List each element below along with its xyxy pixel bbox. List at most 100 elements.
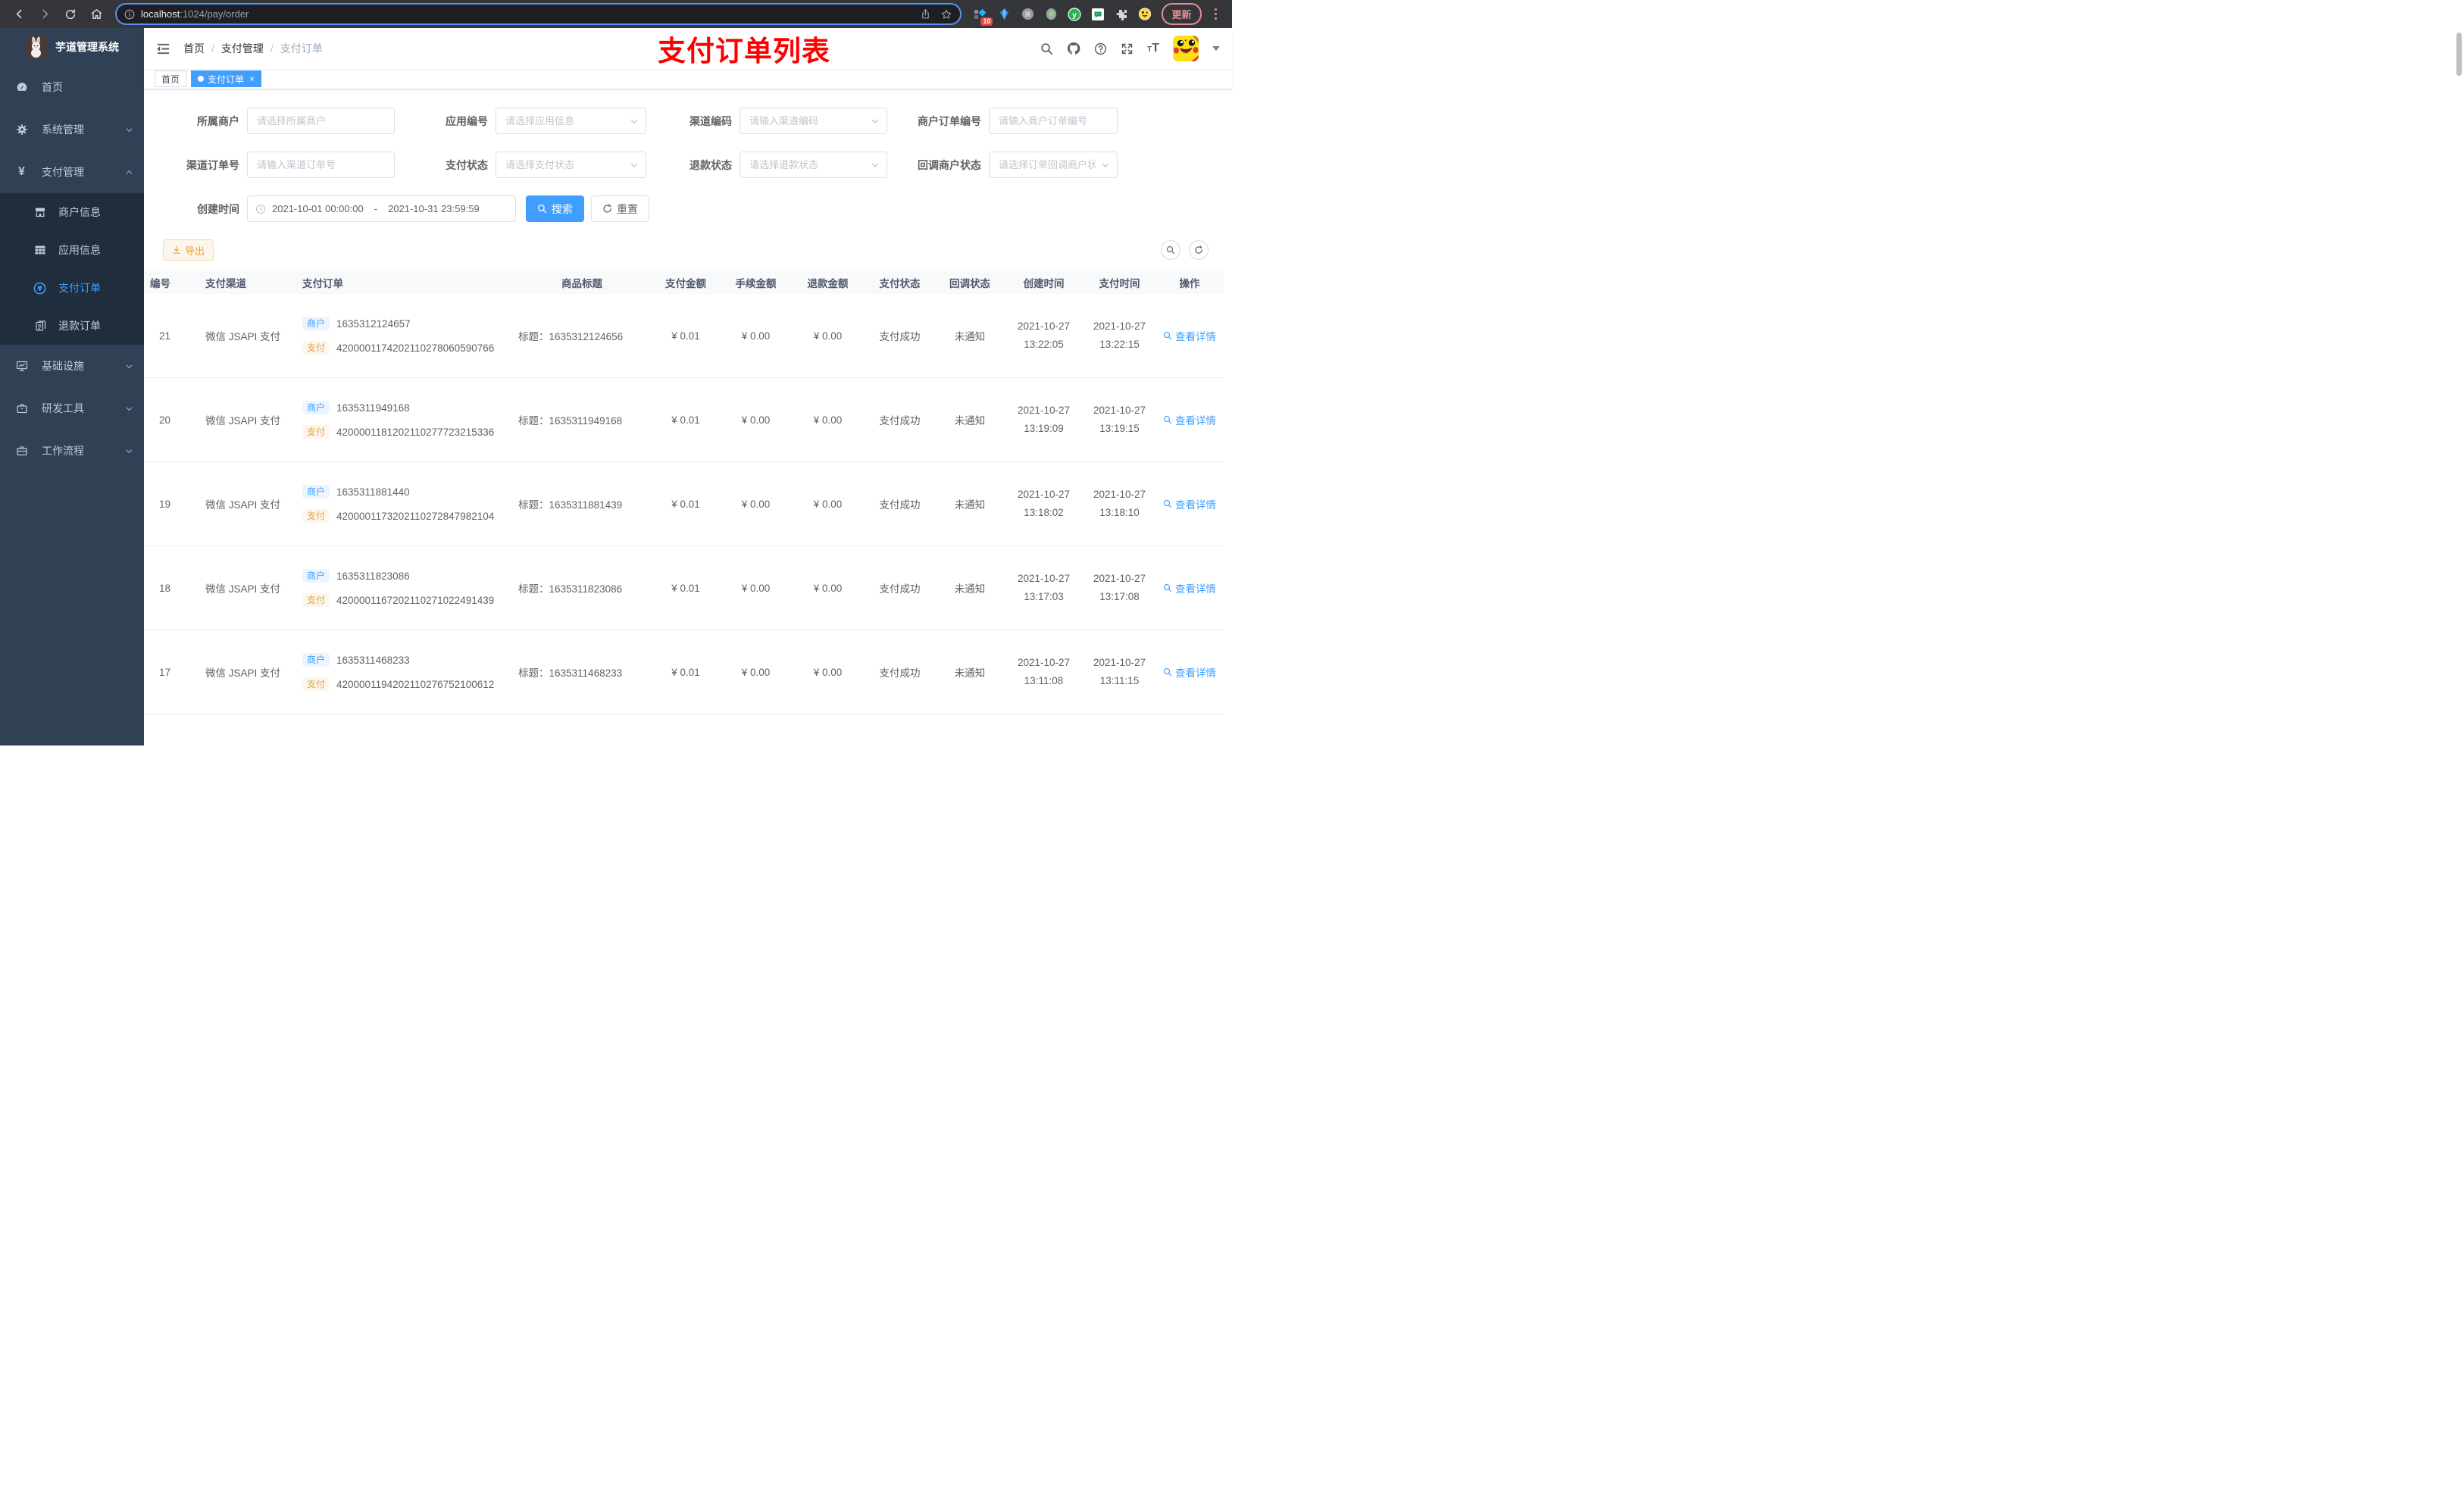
sidebar-item-pay[interactable]: ¥ 支付管理: [0, 151, 144, 193]
refund-status-field[interactable]: [740, 152, 886, 177]
channel-code-field[interactable]: [740, 108, 886, 133]
address-bar[interactable]: localhost:1024/pay/order: [115, 3, 962, 25]
close-icon[interactable]: ×: [249, 73, 255, 84]
notify-status-select[interactable]: [989, 152, 1118, 178]
cell-fee: ¥ 0.00: [741, 498, 771, 510]
cell-amount: ¥ 0.01: [671, 414, 700, 426]
channel-code-select[interactable]: [740, 108, 887, 134]
pay-status-label: 支付状态: [446, 158, 488, 171]
cell-id: 18: [158, 582, 170, 594]
active-dot: [198, 76, 205, 82]
search-button[interactable]: 搜索: [526, 195, 584, 222]
extension-diamond-icon[interactable]: 10: [974, 8, 993, 26]
title-prefix: 标题：: [518, 415, 549, 427]
breadcrumb-pay[interactable]: 支付管理: [221, 41, 264, 56]
sidebar-item-infra[interactable]: 基础设施: [0, 345, 144, 387]
merchant-tag: 商户: [302, 401, 330, 414]
extension-y-icon[interactable]: y: [1068, 7, 1082, 21]
merchant-tag: 商户: [302, 317, 330, 330]
merchant-order-no: 1635311468233: [336, 654, 410, 666]
fullscreen-icon[interactable]: [1121, 42, 1134, 55]
logo-rabbit-image: [25, 36, 48, 58]
extension-chat-icon[interactable]: [1091, 8, 1105, 21]
url-path: :1024/pay/order: [180, 8, 249, 20]
app-logo[interactable]: 芋道管理系统: [0, 28, 144, 66]
cell-pay-status: 支付成功: [879, 667, 921, 679]
export-button[interactable]: 导出: [163, 239, 214, 261]
view-detail-link[interactable]: 查看详情: [1155, 664, 1224, 680]
cell-pay-time: 13:22:15: [1099, 339, 1140, 350]
app-label: 应用编号: [446, 114, 488, 127]
avatar-caret-icon[interactable]: [1212, 45, 1220, 52]
col-channel: 支付渠道: [205, 278, 246, 289]
date-start: 2021-10-01 00:00:00: [272, 203, 364, 214]
browser-menu-icon[interactable]: [1212, 8, 1221, 20]
sidebar-item-dev-tools[interactable]: 研发工具: [0, 387, 144, 430]
merchant-order-input[interactable]: [989, 108, 1118, 134]
sidebar-item-system[interactable]: 系统管理: [0, 108, 144, 151]
cell-refund: ¥ 0.00: [813, 330, 843, 342]
create-time-label: 创建时间: [197, 202, 239, 215]
col-fee: 手续金额: [735, 278, 777, 289]
cell-id: 17: [158, 666, 170, 678]
view-detail-label: 查看详情: [1175, 331, 1216, 342]
col-id: 编号: [150, 278, 170, 289]
breadcrumb-home[interactable]: 首页: [183, 41, 205, 56]
merchant-input-field[interactable]: [248, 108, 394, 133]
cell-amount: ¥ 0.01: [671, 582, 700, 594]
notify-status-field[interactable]: [990, 152, 1117, 177]
view-detail-link[interactable]: 查看详情: [1155, 328, 1224, 343]
extension-command-icon[interactable]: ⌘: [1021, 8, 1034, 21]
extension-gem-icon[interactable]: [997, 8, 1011, 21]
tab-home[interactable]: 首页: [155, 70, 187, 87]
toggle-search-button[interactable]: [1161, 240, 1180, 260]
sidebar-item-label: 系统管理: [42, 123, 84, 136]
pay-status-select[interactable]: [496, 152, 646, 178]
merchant-input[interactable]: [247, 108, 395, 134]
help-icon[interactable]: [1094, 42, 1107, 55]
app-select-field[interactable]: [496, 108, 646, 133]
font-size-icon[interactable]: TT: [1147, 42, 1159, 55]
tab-pay-order[interactable]: 支付订单 ×: [191, 70, 262, 87]
sidebar-item-app-info[interactable]: 应用信息: [0, 231, 144, 269]
bookmark-star-icon[interactable]: [940, 8, 952, 20]
sidebar-fold-icon[interactable]: [156, 42, 170, 55]
extensions-puzzle-icon[interactable]: [1115, 8, 1128, 21]
view-detail-link[interactable]: 查看详情: [1155, 496, 1224, 511]
browser-update-button[interactable]: 更新: [1162, 3, 1202, 25]
merchant-order-field[interactable]: [990, 108, 1117, 133]
home-icon[interactable]: [86, 4, 107, 25]
cell-pay-status: 支付成功: [879, 583, 921, 595]
pay-status-field[interactable]: [496, 152, 646, 177]
profile-emoji-avatar[interactable]: [1138, 8, 1152, 21]
channel-order-field[interactable]: [248, 152, 394, 177]
reload-icon[interactable]: [60, 4, 81, 25]
refund-status-select[interactable]: [740, 152, 887, 178]
back-icon[interactable]: [8, 4, 30, 25]
create-time-range-picker[interactable]: 2021-10-01 00:00:00 - 2021-10-31 23:59:5…: [247, 195, 516, 222]
channel-order-input[interactable]: [247, 152, 395, 178]
sidebar-item-refund-order[interactable]: 退款订单: [0, 307, 144, 345]
sidebar-item-workflow[interactable]: 工作流程: [0, 430, 144, 472]
user-avatar[interactable]: [1173, 36, 1199, 61]
search-icon[interactable]: [1040, 42, 1053, 55]
view-detail-link[interactable]: 查看详情: [1155, 580, 1224, 595]
view-detail-link[interactable]: 查看详情: [1155, 412, 1224, 427]
page-scrollbar[interactable]: [2456, 33, 2462, 76]
forward-icon[interactable]: [34, 4, 55, 25]
sidebar-item-home[interactable]: 首页: [0, 66, 144, 108]
breadcrumb: 首页 / 支付管理 / 支付订单: [183, 41, 323, 56]
reset-button[interactable]: 重置: [591, 195, 649, 222]
extension-grey-dot-icon[interactable]: [1044, 8, 1058, 21]
date-end: 2021-10-31 23:59:59: [388, 203, 480, 214]
share-icon[interactable]: [920, 8, 931, 20]
filter-row-3: 创建时间 2021-10-01 00:00:00 - 2021-10-31 23…: [159, 195, 1217, 222]
pay-order-no: 4200001174202110278060590766: [336, 342, 495, 354]
github-icon[interactable]: [1067, 42, 1080, 55]
sidebar-item-merchant-info[interactable]: 商户信息: [0, 193, 144, 231]
app-select[interactable]: [496, 108, 646, 134]
refresh-table-button[interactable]: [1189, 240, 1209, 260]
table-row: 20 微信 JSAPI 支付 商户 1635311949168 支付 4200001…: [144, 378, 1224, 462]
site-info-icon[interactable]: [124, 9, 135, 20]
sidebar-item-pay-order[interactable]: ¥ 支付订单: [0, 269, 144, 307]
